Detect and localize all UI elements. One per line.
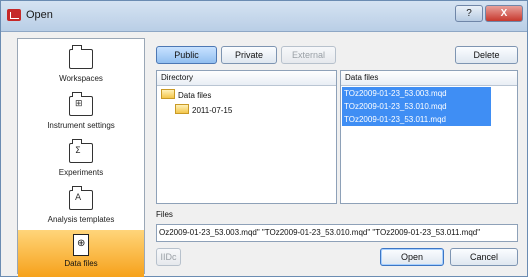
data-files-header: Data files <box>341 71 517 86</box>
tree-item-data-files[interactable]: Data files <box>161 89 211 102</box>
sidebar-item-experiments[interactable]: Σ Experiments <box>18 139 144 186</box>
open-button[interactable]: Open <box>380 248 444 266</box>
data-files-panel: Data files TOz2009-01-23_53.003.mqd TOz2… <box>340 70 518 204</box>
files-input[interactable]: Oz2009-01-23_53.003.mqd" "TOz2009-01-23_… <box>156 224 518 242</box>
data-files-icon: ⊕ <box>73 234 89 256</box>
analysis-templates-icon: A <box>69 186 93 210</box>
sidebar-item-label: Analysis templates <box>47 215 115 224</box>
cancel-button[interactable]: Cancel <box>450 248 518 266</box>
list-item[interactable]: TOz2009-01-23_53.003.mqd <box>342 87 491 100</box>
folder-icon <box>175 104 189 114</box>
sidebar-item-analysis-templates[interactable]: A Analysis templates <box>18 186 144 233</box>
app-icon <box>7 9 21 21</box>
sidebar-item-instrument-settings[interactable]: ⊞ Instrument settings <box>18 92 144 139</box>
list-item[interactable]: TOz2009-01-23_53.011.mqd <box>342 113 491 126</box>
close-button[interactable]: X <box>485 5 523 22</box>
sidebar-item-data-files[interactable]: ⊕ Data files <box>18 230 144 277</box>
workspaces-folder-icon <box>69 45 93 69</box>
sidebar-item-workspaces[interactable]: Workspaces <box>18 45 144 92</box>
window-title: Open <box>26 9 53 21</box>
delete-button[interactable]: Delete <box>455 46 518 64</box>
directory-header: Directory <box>157 71 336 86</box>
external-button[interactable]: External <box>281 46 336 64</box>
instrument-settings-icon: ⊞ <box>69 92 93 116</box>
sidebar-item-label: Workspaces <box>59 74 103 83</box>
directory-panel: Directory Data files 2011-07-15 <box>156 70 337 204</box>
help-button[interactable]: ? <box>455 5 483 22</box>
private-button[interactable]: Private <box>221 46 277 64</box>
sidebar-item-label: Experiments <box>58 168 104 177</box>
sidebar: Workspaces ⊞ Instrument settings Σ Exper… <box>17 38 145 277</box>
disabled-button[interactable]: IIDc <box>156 248 181 266</box>
list-item[interactable]: TOz2009-01-23_53.010.mqd <box>342 100 491 113</box>
public-button[interactable]: Public <box>156 46 217 64</box>
open-dialog: Open ? X Workspaces ⊞ Instrument setting… <box>0 0 528 277</box>
sidebar-item-label: Data files <box>64 259 98 268</box>
title-bar[interactable]: Open ? X <box>1 1 527 32</box>
files-label: Files <box>156 210 173 219</box>
folder-icon <box>161 89 175 99</box>
tree-item-2011-07-15[interactable]: 2011-07-15 <box>175 104 232 117</box>
sidebar-item-label: Instrument settings <box>47 121 115 130</box>
experiments-icon: Σ <box>69 139 93 163</box>
